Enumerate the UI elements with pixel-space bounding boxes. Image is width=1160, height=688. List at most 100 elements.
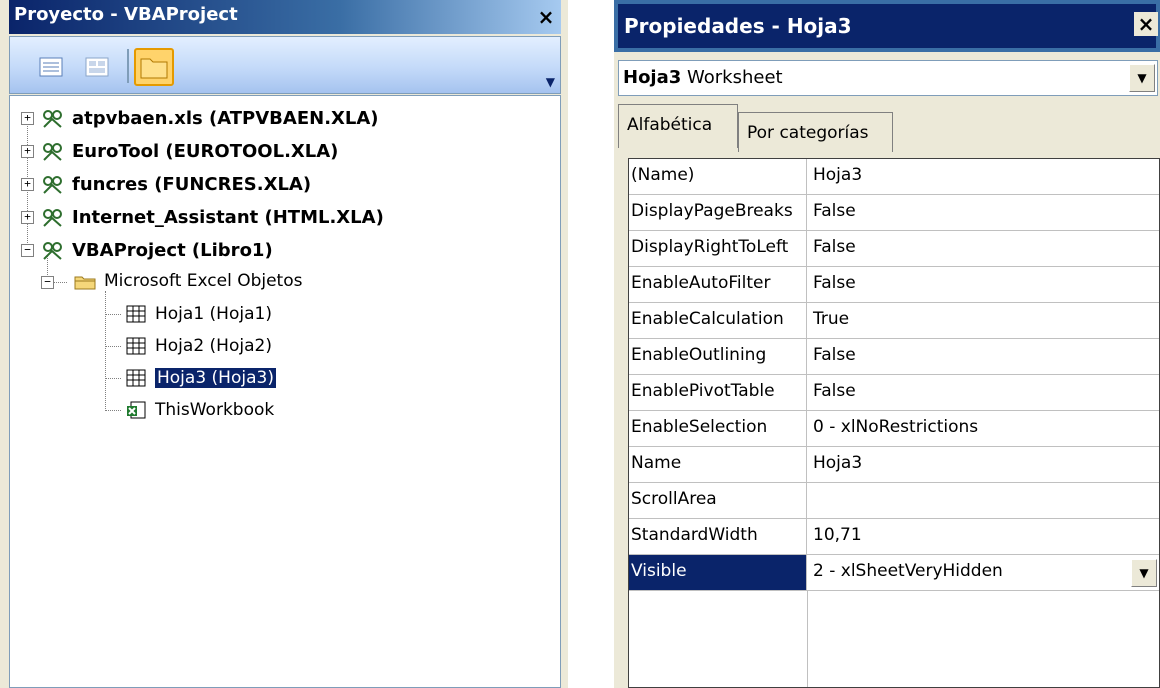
property-value-dropdown[interactable]: 2 - xlSheetVeryHidden: [811, 555, 1159, 596]
worksheet-icon: [123, 302, 149, 326]
property-dropdown-icon[interactable]: ▼: [1131, 559, 1157, 587]
view-code-icon: [39, 57, 63, 77]
vba-project-icon: [40, 205, 66, 229]
toolbar-separator: [127, 49, 129, 83]
tree-node-sheet[interactable]: Hoja2 (Hoja2): [123, 331, 272, 361]
tree-node-label: EuroTool (EUROTOOL.XLA): [72, 140, 339, 162]
property-name: (Name): [629, 159, 807, 194]
toggle-folders-button[interactable]: [134, 48, 174, 86]
property-row-active[interactable]: Visible 2 - xlSheetVeryHidden ▼: [629, 555, 1159, 591]
property-value[interactable]: 10,71: [811, 519, 1159, 560]
collapse-toggle[interactable]: −: [41, 276, 54, 289]
property-value[interactable]: True: [811, 303, 1159, 344]
tree-node-label: Hoja3 (Hoja3): [154, 367, 277, 389]
tree-node-project[interactable]: + atpvbaen.xls (ATPVBAEN.XLA): [21, 103, 379, 133]
view-object-icon: [85, 57, 109, 77]
property-value[interactable]: False: [811, 267, 1159, 308]
project-explorer-window: Proyecto - VBAProject × ▼ + atpvbaen.xls…: [0, 0, 568, 688]
property-value[interactable]: False: [811, 195, 1159, 236]
tree-node-label: funcres (FUNCRES.XLA): [72, 173, 312, 195]
project-explorer-title: Proyecto - VBAProject: [14, 4, 238, 25]
property-value[interactable]: Hoja3: [811, 447, 1159, 488]
expand-toggle[interactable]: +: [21, 112, 34, 125]
object-selector[interactable]: Hoja3 Worksheet ▼: [618, 60, 1158, 96]
worksheet-icon: [123, 334, 149, 358]
property-name: StandardWidth: [629, 519, 807, 554]
property-row[interactable]: ScrollArea: [629, 483, 1159, 519]
tree-node-project[interactable]: + EuroTool (EUROTOOL.XLA): [21, 136, 339, 166]
property-row[interactable]: EnableOutlining False: [629, 339, 1159, 375]
property-name: DisplayPageBreaks: [629, 195, 807, 230]
property-name: DisplayRightToLeft: [629, 231, 807, 266]
property-value[interactable]: [811, 483, 1159, 524]
tree-node-label: atpvbaen.xls (ATPVBAEN.XLA): [72, 107, 379, 129]
view-object-button[interactable]: [80, 51, 114, 83]
project-explorer-close-button[interactable]: ×: [534, 5, 558, 29]
folder-icon: [140, 58, 168, 79]
object-name: Hoja3: [623, 67, 682, 88]
tree-node-project-active[interactable]: − VBAProject (Libro1): [21, 235, 273, 265]
vba-project-icon: [40, 139, 66, 163]
property-name: Visible: [629, 555, 807, 590]
project-explorer-toolbar: ▼: [9, 36, 561, 94]
project-explorer-titlebar[interactable]: Proyecto - VBAProject ×: [9, 0, 561, 34]
property-value[interactable]: 0 - xlNoRestrictions: [811, 411, 1159, 452]
property-value[interactable]: False: [811, 231, 1159, 272]
expand-toggle[interactable]: +: [21, 178, 34, 191]
workbook-icon: [123, 398, 149, 422]
vba-project-icon: [40, 238, 66, 262]
tree-connector: [105, 314, 121, 315]
property-name: EnableSelection: [629, 411, 807, 446]
properties-close-button[interactable]: ×: [1134, 12, 1158, 36]
tree-node-label: ThisWorkbook: [155, 400, 275, 420]
property-row[interactable]: DisplayPageBreaks False: [629, 195, 1159, 231]
property-name: Name: [629, 447, 807, 482]
tree-connector: [105, 378, 121, 379]
object-selector-dropdown-icon[interactable]: ▼: [1129, 64, 1155, 92]
tab-alphabetic[interactable]: Alfabética: [618, 104, 738, 148]
property-name: EnableAutoFilter: [629, 267, 807, 302]
property-row[interactable]: (Name) Hoja3: [629, 159, 1159, 195]
property-name: EnableOutlining: [629, 339, 807, 374]
collapse-toggle[interactable]: −: [21, 244, 34, 257]
tree-node-sheet[interactable]: Hoja1 (Hoja1): [123, 299, 272, 329]
property-value[interactable]: False: [811, 339, 1159, 380]
property-name: EnableCalculation: [629, 303, 807, 338]
toolbar-overflow-icon[interactable]: ▼: [546, 75, 555, 89]
grid-column-divider: [807, 591, 808, 687]
project-tree: + atpvbaen.xls (ATPVBAEN.XLA) + EuroTool…: [9, 95, 561, 688]
tree-node-label: VBAProject (Libro1): [72, 239, 273, 261]
tree-node-label: Microsoft Excel Objetos: [104, 271, 303, 291]
property-row[interactable]: EnablePivotTable False: [629, 375, 1159, 411]
property-row[interactable]: EnableAutoFilter False: [629, 267, 1159, 303]
property-row[interactable]: StandardWidth 10,71: [629, 519, 1159, 555]
folder-icon: [72, 269, 98, 293]
property-row[interactable]: DisplayRightToLeft False: [629, 231, 1159, 267]
property-row[interactable]: EnableSelection 0 - xlNoRestrictions: [629, 411, 1159, 447]
property-name: EnablePivotTable: [629, 375, 807, 410]
tree-node-sheet-selected[interactable]: Hoja3 (Hoja3): [123, 363, 277, 393]
tree-node-project[interactable]: + funcres (FUNCRES.XLA): [21, 169, 312, 199]
tree-node-label: Internet_Assistant (HTML.XLA): [72, 206, 384, 228]
tree-node-folder[interactable]: − Microsoft Excel Objetos: [41, 266, 303, 296]
property-row[interactable]: EnableCalculation True: [629, 303, 1159, 339]
object-type: Worksheet: [687, 67, 783, 88]
tree-connector: [105, 346, 121, 347]
worksheet-icon: [123, 366, 149, 390]
tab-categorized[interactable]: Por categorías: [738, 112, 893, 152]
property-value[interactable]: False: [811, 375, 1159, 416]
property-grid: (Name) Hoja3 DisplayPageBreaks False Dis…: [628, 158, 1160, 688]
tree-node-project[interactable]: + Internet_Assistant (HTML.XLA): [21, 202, 384, 232]
tree-node-label: Hoja2 (Hoja2): [155, 336, 272, 356]
tree-connector: [105, 410, 121, 411]
property-row[interactable]: Name Hoja3: [629, 447, 1159, 483]
expand-toggle[interactable]: +: [21, 211, 34, 224]
view-code-button[interactable]: [34, 51, 68, 83]
vba-project-icon: [40, 172, 66, 196]
tree-node-workbook[interactable]: ThisWorkbook: [123, 395, 274, 425]
properties-title: Propiedades - Hoja3: [624, 14, 852, 38]
properties-titlebar[interactable]: Propiedades - Hoja3: [614, 0, 1160, 52]
object-selector-value: Hoja3 Worksheet: [623, 67, 783, 88]
expand-toggle[interactable]: +: [21, 145, 34, 158]
property-value[interactable]: Hoja3: [811, 159, 1159, 200]
